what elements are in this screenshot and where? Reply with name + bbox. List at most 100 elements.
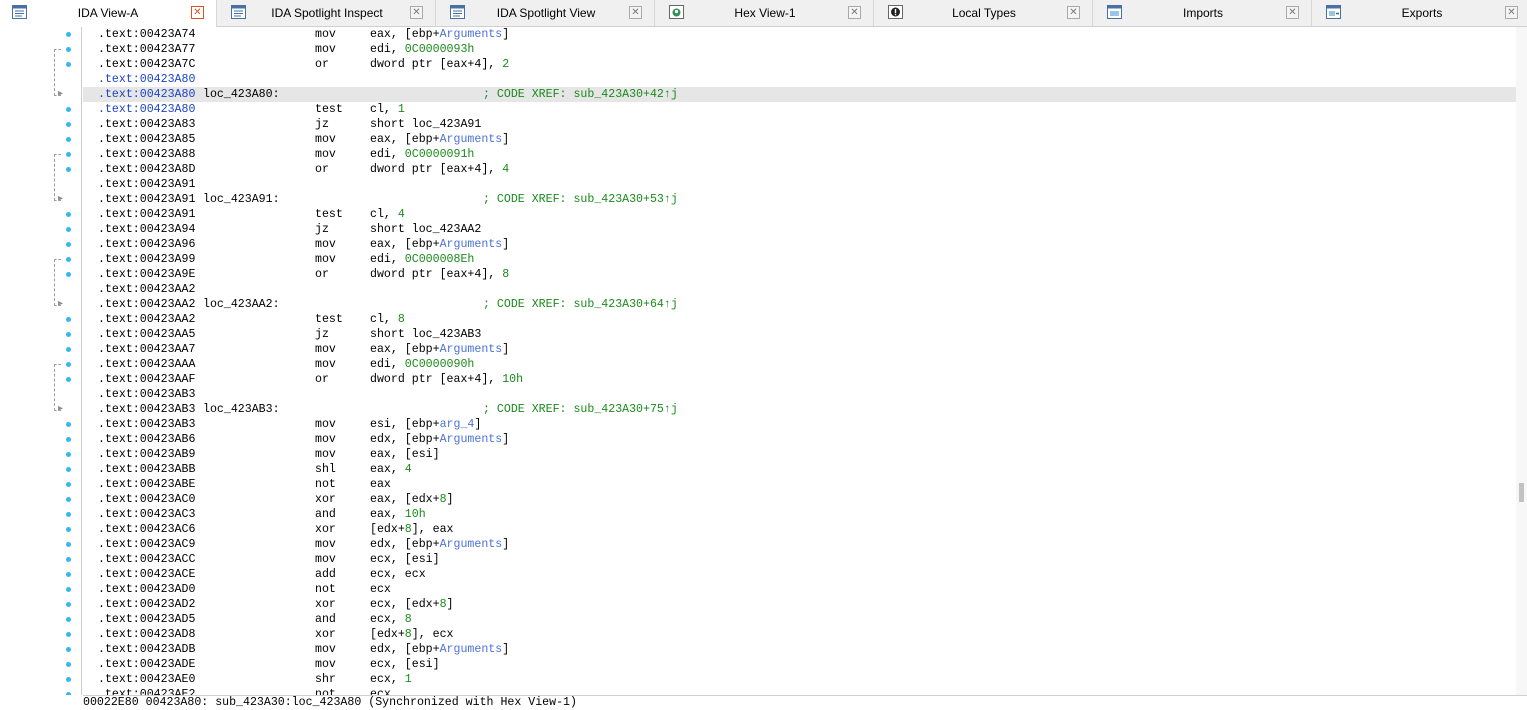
breakpoint-dot[interactable] — [66, 647, 71, 652]
breakpoint-dot[interactable] — [66, 242, 71, 247]
code-label[interactable]: loc_423A80: — [203, 87, 280, 102]
operands[interactable]: ecx, 8 — [370, 612, 412, 627]
listing-line[interactable]: .text:00423AC6 xor [edx+8], eax — [83, 522, 1516, 537]
line-address[interactable]: .text:00423A85 — [98, 132, 195, 147]
line-address[interactable]: .text:00423AC6 — [98, 522, 195, 537]
line-address[interactable]: .text:00423AB3 — [98, 402, 195, 417]
line-address[interactable]: .text:00423AD5 — [98, 612, 195, 627]
mnemonic[interactable]: shl — [315, 462, 336, 477]
operands[interactable]: dword ptr [eax+4], 10h — [370, 372, 523, 387]
line-address[interactable]: .text:00423ABE — [98, 477, 195, 492]
mnemonic[interactable]: mov — [315, 147, 336, 162]
line-address[interactable]: .text:00423A7C — [98, 57, 195, 72]
breakpoint-dot[interactable] — [66, 257, 71, 262]
breakpoint-dot[interactable] — [66, 467, 71, 472]
line-address[interactable]: .text:00423A77 — [98, 42, 195, 57]
listing-line[interactable]: .text:00423ACC mov ecx, [esi] — [83, 552, 1516, 567]
mnemonic[interactable]: or — [315, 162, 329, 177]
line-address[interactable]: .text:00423AD8 — [98, 627, 195, 642]
listing-line[interactable]: .text:00423A80 test cl, 1 — [83, 102, 1516, 117]
breakpoint-dot[interactable] — [66, 677, 71, 682]
operands[interactable]: dword ptr [eax+4], 2 — [370, 57, 509, 72]
mnemonic[interactable]: xor — [315, 522, 336, 537]
tab-exports[interactable]: Exports ✕ — [1314, 0, 1527, 26]
line-address[interactable]: .text:00423ABB — [98, 462, 195, 477]
breakpoint-dot[interactable] — [66, 137, 71, 142]
line-address[interactable]: .text:00423AA2 — [98, 297, 195, 312]
tab-imports[interactable]: Imports ✕ — [1095, 0, 1312, 26]
listing-line[interactable]: .text:00423AAA mov edi, 0C0000090h — [83, 357, 1516, 372]
close-icon[interactable]: ✕ — [1286, 6, 1299, 19]
xref-comment[interactable]: ; CODE XREF: sub_423A30+75↑j — [483, 402, 678, 417]
mnemonic[interactable]: mov — [315, 657, 336, 672]
operands[interactable]: edi, 0C0000091h — [370, 147, 474, 162]
operands[interactable]: cl, 4 — [370, 207, 405, 222]
breakpoint-dot[interactable] — [66, 482, 71, 487]
operands[interactable]: ecx — [370, 687, 391, 695]
breakpoint-dot[interactable] — [66, 572, 71, 577]
tab-ida-spotlight-inspect[interactable]: IDA Spotlight Inspect ✕ — [219, 0, 436, 26]
listing-line[interactable]: .text:00423AB6 mov edx, [ebp+Arguments] — [83, 432, 1516, 447]
mnemonic[interactable]: mov — [315, 552, 336, 567]
listing-line[interactable]: .text:00423AD0 not ecx — [83, 582, 1516, 597]
close-icon[interactable]: ✕ — [629, 6, 642, 19]
breakpoint-dot[interactable] — [66, 422, 71, 427]
close-icon[interactable]: ✕ — [191, 6, 204, 19]
listing-line[interactable]: .text:00423ACE add ecx, ecx — [83, 567, 1516, 582]
line-address[interactable]: .text:00423ADE — [98, 657, 195, 672]
breakpoint-dot[interactable] — [66, 227, 71, 232]
line-address[interactable]: .text:00423AD0 — [98, 582, 195, 597]
listing-line[interactable]: .text:00423A83 jz short loc_423A91 — [83, 117, 1516, 132]
listing-line[interactable]: .text:00423A85 mov eax, [ebp+Arguments] — [83, 132, 1516, 147]
listing-line[interactable]: .text:00423A94 jz short loc_423AA2 — [83, 222, 1516, 237]
mnemonic[interactable]: mov — [315, 27, 336, 42]
breakpoint-dot[interactable] — [66, 317, 71, 322]
breakpoint-dot[interactable] — [66, 617, 71, 622]
breakpoint-dot[interactable] — [66, 542, 71, 547]
line-address[interactable]: .text:00423A83 — [98, 117, 195, 132]
operands[interactable]: ecx, [edx+8] — [370, 597, 454, 612]
mnemonic[interactable]: mov — [315, 357, 336, 372]
breakpoint-dot[interactable] — [66, 32, 71, 37]
line-address[interactable]: .text:00423AA5 — [98, 327, 195, 342]
listing-line[interactable]: .text:00423AE2 not ecx — [83, 687, 1516, 695]
operands[interactable]: short loc_423A91 — [370, 117, 481, 132]
operand-symbol[interactable]: Arguments — [440, 238, 503, 251]
xref-comment[interactable]: ; CODE XREF: sub_423A30+64↑j — [483, 297, 678, 312]
mnemonic[interactable]: add — [315, 567, 336, 582]
listing-line[interactable]: .text:00423AD5 and ecx, 8 — [83, 612, 1516, 627]
mnemonic[interactable]: and — [315, 507, 336, 522]
listing-line[interactable]: .text:00423ADB mov edx, [ebp+Arguments] — [83, 642, 1516, 657]
line-address[interactable]: .text:00423AA2 — [98, 282, 195, 297]
line-address[interactable]: .text:00423A99 — [98, 252, 195, 267]
listing-line[interactable]: .text:00423A74 mov eax, [ebp+Arguments] — [83, 27, 1516, 42]
line-address[interactable]: .text:00423AA2 — [98, 312, 195, 327]
breakpoint-dot[interactable] — [66, 692, 71, 695]
line-address[interactable]: .text:00423ACE — [98, 567, 195, 582]
mnemonic[interactable]: and — [315, 612, 336, 627]
listing-line[interactable]: .text:00423AA2 — [83, 282, 1516, 297]
listing-line[interactable]: .text:00423AB3 loc_423AB3: ; CODE XREF: su… — [83, 402, 1516, 417]
line-address[interactable]: .text:00423AB6 — [98, 432, 195, 447]
mnemonic[interactable]: test — [315, 102, 343, 117]
line-address[interactable]: .text:00423A74 — [98, 27, 195, 42]
line-address[interactable]: .text:00423AA7 — [98, 342, 195, 357]
listing-line[interactable]: .text:00423AC9 mov edx, [ebp+Arguments] — [83, 537, 1516, 552]
breakpoint-dot[interactable] — [66, 107, 71, 112]
line-address[interactable]: .text:00423AC0 — [98, 492, 195, 507]
operands[interactable]: edi, 0C0000090h — [370, 357, 474, 372]
line-address[interactable]: .text:00423AC9 — [98, 537, 195, 552]
mnemonic[interactable]: mov — [315, 417, 336, 432]
operands[interactable]: ecx, ecx — [370, 567, 426, 582]
line-address[interactable]: .text:00423AB9 — [98, 447, 195, 462]
operands[interactable]: edx, [ebp+Arguments] — [370, 432, 509, 447]
mnemonic[interactable]: mov — [315, 432, 336, 447]
breakpoint-dot[interactable] — [66, 62, 71, 67]
mnemonic[interactable]: mov — [315, 642, 336, 657]
listing-line[interactable]: .text:00423AB3 mov esi, [ebp+arg_4] — [83, 417, 1516, 432]
breakpoint-dot[interactable] — [66, 152, 71, 157]
line-address[interactable]: .text:00423A91 — [98, 192, 195, 207]
mnemonic[interactable]: jz — [315, 117, 329, 132]
mnemonic[interactable]: or — [315, 267, 329, 282]
line-address[interactable]: .text:00423A80 — [98, 72, 195, 87]
